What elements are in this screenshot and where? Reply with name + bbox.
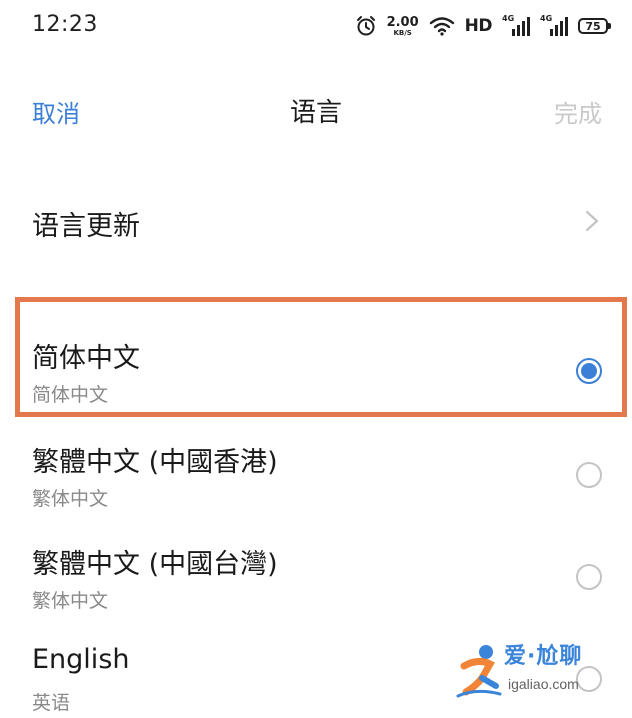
chevron-right-icon xyxy=(585,210,599,232)
radio-selected[interactable] xyxy=(576,358,602,384)
signal-icon: 4G xyxy=(540,14,568,37)
done-button[interactable]: 完成 xyxy=(554,94,602,129)
status-bar: 12:23 2.00 KB/S HD 4G 4G 75 xyxy=(0,0,632,52)
watermark-brand: 爱·尬聊 xyxy=(504,644,583,669)
signal-tag: 4G xyxy=(540,14,553,23)
watermark-url: igaliao.com xyxy=(508,676,579,692)
network-speed: 2.00 KB/S xyxy=(387,16,419,37)
alarm-icon xyxy=(356,16,375,36)
network-speed-unit: KB/S xyxy=(393,28,412,37)
language-name: English xyxy=(32,644,130,675)
language-name: 简体中文 xyxy=(32,343,140,374)
language-option-zh-hk[interactable]: 繁體中文 (中國香港) 繁体中文 xyxy=(0,414,632,514)
battery-level: 75 xyxy=(585,19,601,33)
language-subtitle: 简体中文 xyxy=(32,384,109,406)
language-update-label: 语言更新 xyxy=(32,211,140,242)
signal-icon: 4G xyxy=(502,14,530,37)
battery-icon: 75 xyxy=(578,18,611,34)
runner-logo-icon xyxy=(456,645,502,698)
hd-badge: HD xyxy=(464,16,493,36)
radio-unselected[interactable] xyxy=(576,564,602,590)
language-name: 繁體中文 (中國香港) xyxy=(32,447,278,478)
wifi-icon xyxy=(429,17,454,36)
signal-tag: 4G xyxy=(502,14,515,23)
watermark-logo: 爱·尬聊 igaliao.com xyxy=(452,636,622,706)
language-option-zh-cn[interactable]: 简体中文 简体中文 xyxy=(0,310,632,410)
language-subtitle: 英语 xyxy=(32,692,71,714)
page-title: 语言 xyxy=(289,98,342,128)
language-subtitle: 繁体中文 xyxy=(32,590,109,612)
network-speed-value: 2.00 xyxy=(386,14,419,30)
radio-unselected[interactable] xyxy=(576,462,602,488)
language-subtitle: 繁体中文 xyxy=(32,488,109,510)
status-time: 12:23 xyxy=(32,12,98,37)
nav-bar: 取消 语言 完成 xyxy=(0,76,632,140)
status-icons: 2.00 KB/S HD 4G 4G 75 xyxy=(355,12,611,40)
language-update-row[interactable]: 语言更新 xyxy=(0,188,632,254)
language-name: 繁體中文 (中國台灣) xyxy=(32,549,278,580)
language-option-zh-tw[interactable]: 繁體中文 (中國台灣) 繁体中文 xyxy=(0,516,632,616)
